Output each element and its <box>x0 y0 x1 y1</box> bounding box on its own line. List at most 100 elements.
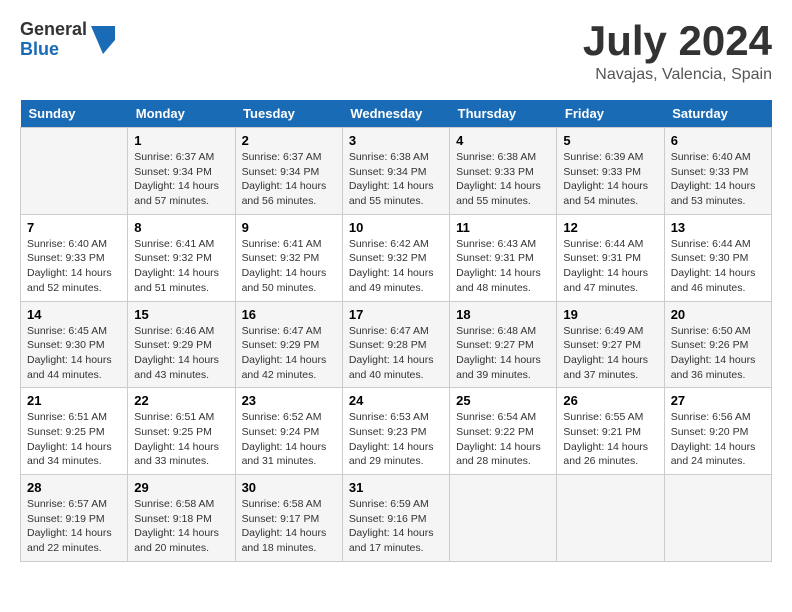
calendar-cell: 31 Sunrise: 6:59 AMSunset: 9:16 PMDaylig… <box>342 475 449 562</box>
day-header-friday: Friday <box>557 100 664 128</box>
calendar-week-2: 7 Sunrise: 6:40 AMSunset: 9:33 PMDayligh… <box>21 214 772 301</box>
day-number: 4 <box>456 133 550 148</box>
day-header-saturday: Saturday <box>664 100 771 128</box>
day-number: 30 <box>242 480 336 495</box>
calendar-cell <box>664 475 771 562</box>
logo: General Blue <box>20 20 115 60</box>
cell-info: Sunrise: 6:45 AMSunset: 9:30 PMDaylight:… <box>27 325 112 381</box>
day-number: 14 <box>27 307 121 322</box>
day-number: 16 <box>242 307 336 322</box>
day-number: 15 <box>134 307 228 322</box>
calendar-cell: 13 Sunrise: 6:44 AMSunset: 9:30 PMDaylig… <box>664 214 771 301</box>
cell-info: Sunrise: 6:58 AMSunset: 9:18 PMDaylight:… <box>134 498 219 554</box>
calendar-week-1: 1 Sunrise: 6:37 AMSunset: 9:34 PMDayligh… <box>21 128 772 215</box>
day-number: 11 <box>456 220 550 235</box>
calendar-cell: 3 Sunrise: 6:38 AMSunset: 9:34 PMDayligh… <box>342 128 449 215</box>
cell-info: Sunrise: 6:47 AMSunset: 9:28 PMDaylight:… <box>349 325 434 381</box>
cell-info: Sunrise: 6:38 AMSunset: 9:33 PMDaylight:… <box>456 151 541 207</box>
day-number: 6 <box>671 133 765 148</box>
day-header-thursday: Thursday <box>450 100 557 128</box>
cell-info: Sunrise: 6:48 AMSunset: 9:27 PMDaylight:… <box>456 325 541 381</box>
cell-info: Sunrise: 6:41 AMSunset: 9:32 PMDaylight:… <box>242 238 327 294</box>
month-title: July 2024 <box>583 20 772 62</box>
day-header-monday: Monday <box>128 100 235 128</box>
calendar-cell: 27 Sunrise: 6:56 AMSunset: 9:20 PMDaylig… <box>664 388 771 475</box>
cell-info: Sunrise: 6:37 AMSunset: 9:34 PMDaylight:… <box>242 151 327 207</box>
cell-info: Sunrise: 6:58 AMSunset: 9:17 PMDaylight:… <box>242 498 327 554</box>
title-area: July 2024 Navajas, Valencia, Spain <box>583 20 772 84</box>
cell-info: Sunrise: 6:53 AMSunset: 9:23 PMDaylight:… <box>349 411 434 467</box>
cell-info: Sunrise: 6:40 AMSunset: 9:33 PMDaylight:… <box>27 238 112 294</box>
day-number: 25 <box>456 393 550 408</box>
calendar-cell: 29 Sunrise: 6:58 AMSunset: 9:18 PMDaylig… <box>128 475 235 562</box>
calendar-cell: 21 Sunrise: 6:51 AMSunset: 9:25 PMDaylig… <box>21 388 128 475</box>
calendar-cell: 2 Sunrise: 6:37 AMSunset: 9:34 PMDayligh… <box>235 128 342 215</box>
calendar-cell: 18 Sunrise: 6:48 AMSunset: 9:27 PMDaylig… <box>450 301 557 388</box>
day-number: 27 <box>671 393 765 408</box>
calendar-cell: 30 Sunrise: 6:58 AMSunset: 9:17 PMDaylig… <box>235 475 342 562</box>
day-number: 9 <box>242 220 336 235</box>
calendar-cell: 8 Sunrise: 6:41 AMSunset: 9:32 PMDayligh… <box>128 214 235 301</box>
calendar-week-3: 14 Sunrise: 6:45 AMSunset: 9:30 PMDaylig… <box>21 301 772 388</box>
calendar-cell: 24 Sunrise: 6:53 AMSunset: 9:23 PMDaylig… <box>342 388 449 475</box>
cell-info: Sunrise: 6:55 AMSunset: 9:21 PMDaylight:… <box>563 411 648 467</box>
calendar-week-4: 21 Sunrise: 6:51 AMSunset: 9:25 PMDaylig… <box>21 388 772 475</box>
cell-info: Sunrise: 6:56 AMSunset: 9:20 PMDaylight:… <box>671 411 756 467</box>
day-number: 10 <box>349 220 443 235</box>
day-number: 3 <box>349 133 443 148</box>
calendar-cell: 19 Sunrise: 6:49 AMSunset: 9:27 PMDaylig… <box>557 301 664 388</box>
calendar-cell: 16 Sunrise: 6:47 AMSunset: 9:29 PMDaylig… <box>235 301 342 388</box>
cell-info: Sunrise: 6:51 AMSunset: 9:25 PMDaylight:… <box>27 411 112 467</box>
calendar-cell: 14 Sunrise: 6:45 AMSunset: 9:30 PMDaylig… <box>21 301 128 388</box>
cell-info: Sunrise: 6:47 AMSunset: 9:29 PMDaylight:… <box>242 325 327 381</box>
cell-info: Sunrise: 6:50 AMSunset: 9:26 PMDaylight:… <box>671 325 756 381</box>
cell-info: Sunrise: 6:49 AMSunset: 9:27 PMDaylight:… <box>563 325 648 381</box>
calendar-cell: 12 Sunrise: 6:44 AMSunset: 9:31 PMDaylig… <box>557 214 664 301</box>
day-number: 21 <box>27 393 121 408</box>
calendar-cell: 25 Sunrise: 6:54 AMSunset: 9:22 PMDaylig… <box>450 388 557 475</box>
calendar-cell: 20 Sunrise: 6:50 AMSunset: 9:26 PMDaylig… <box>664 301 771 388</box>
calendar-cell: 26 Sunrise: 6:55 AMSunset: 9:21 PMDaylig… <box>557 388 664 475</box>
logo-general: General <box>20 20 87 40</box>
day-number: 7 <box>27 220 121 235</box>
calendar-cell: 28 Sunrise: 6:57 AMSunset: 9:19 PMDaylig… <box>21 475 128 562</box>
day-number: 19 <box>563 307 657 322</box>
calendar-cell: 7 Sunrise: 6:40 AMSunset: 9:33 PMDayligh… <box>21 214 128 301</box>
logo-blue: Blue <box>20 40 87 60</box>
day-header-tuesday: Tuesday <box>235 100 342 128</box>
day-number: 23 <box>242 393 336 408</box>
calendar-cell: 11 Sunrise: 6:43 AMSunset: 9:31 PMDaylig… <box>450 214 557 301</box>
cell-info: Sunrise: 6:57 AMSunset: 9:19 PMDaylight:… <box>27 498 112 554</box>
calendar-cell: 6 Sunrise: 6:40 AMSunset: 9:33 PMDayligh… <box>664 128 771 215</box>
day-number: 12 <box>563 220 657 235</box>
logo-icon <box>91 26 115 54</box>
day-number: 20 <box>671 307 765 322</box>
day-number: 18 <box>456 307 550 322</box>
day-number: 28 <box>27 480 121 495</box>
cell-info: Sunrise: 6:37 AMSunset: 9:34 PMDaylight:… <box>134 151 219 207</box>
calendar-cell: 1 Sunrise: 6:37 AMSunset: 9:34 PMDayligh… <box>128 128 235 215</box>
cell-info: Sunrise: 6:41 AMSunset: 9:32 PMDaylight:… <box>134 238 219 294</box>
calendar-cell: 15 Sunrise: 6:46 AMSunset: 9:29 PMDaylig… <box>128 301 235 388</box>
day-number: 1 <box>134 133 228 148</box>
calendar-cell: 4 Sunrise: 6:38 AMSunset: 9:33 PMDayligh… <box>450 128 557 215</box>
cell-info: Sunrise: 6:54 AMSunset: 9:22 PMDaylight:… <box>456 411 541 467</box>
day-number: 31 <box>349 480 443 495</box>
cell-info: Sunrise: 6:43 AMSunset: 9:31 PMDaylight:… <box>456 238 541 294</box>
day-header-wednesday: Wednesday <box>342 100 449 128</box>
calendar-table: SundayMondayTuesdayWednesdayThursdayFrid… <box>20 100 772 562</box>
location-subtitle: Navajas, Valencia, Spain <box>583 66 772 84</box>
day-number: 2 <box>242 133 336 148</box>
calendar-cell: 9 Sunrise: 6:41 AMSunset: 9:32 PMDayligh… <box>235 214 342 301</box>
cell-info: Sunrise: 6:38 AMSunset: 9:34 PMDaylight:… <box>349 151 434 207</box>
calendar-cell <box>450 475 557 562</box>
page-header: General Blue July 2024 Navajas, Valencia… <box>20 20 772 84</box>
calendar-cell <box>21 128 128 215</box>
calendar-cell: 5 Sunrise: 6:39 AMSunset: 9:33 PMDayligh… <box>557 128 664 215</box>
calendar-cell <box>557 475 664 562</box>
cell-info: Sunrise: 6:40 AMSunset: 9:33 PMDaylight:… <box>671 151 756 207</box>
cell-info: Sunrise: 6:52 AMSunset: 9:24 PMDaylight:… <box>242 411 327 467</box>
cell-info: Sunrise: 6:46 AMSunset: 9:29 PMDaylight:… <box>134 325 219 381</box>
day-number: 26 <box>563 393 657 408</box>
day-number: 22 <box>134 393 228 408</box>
